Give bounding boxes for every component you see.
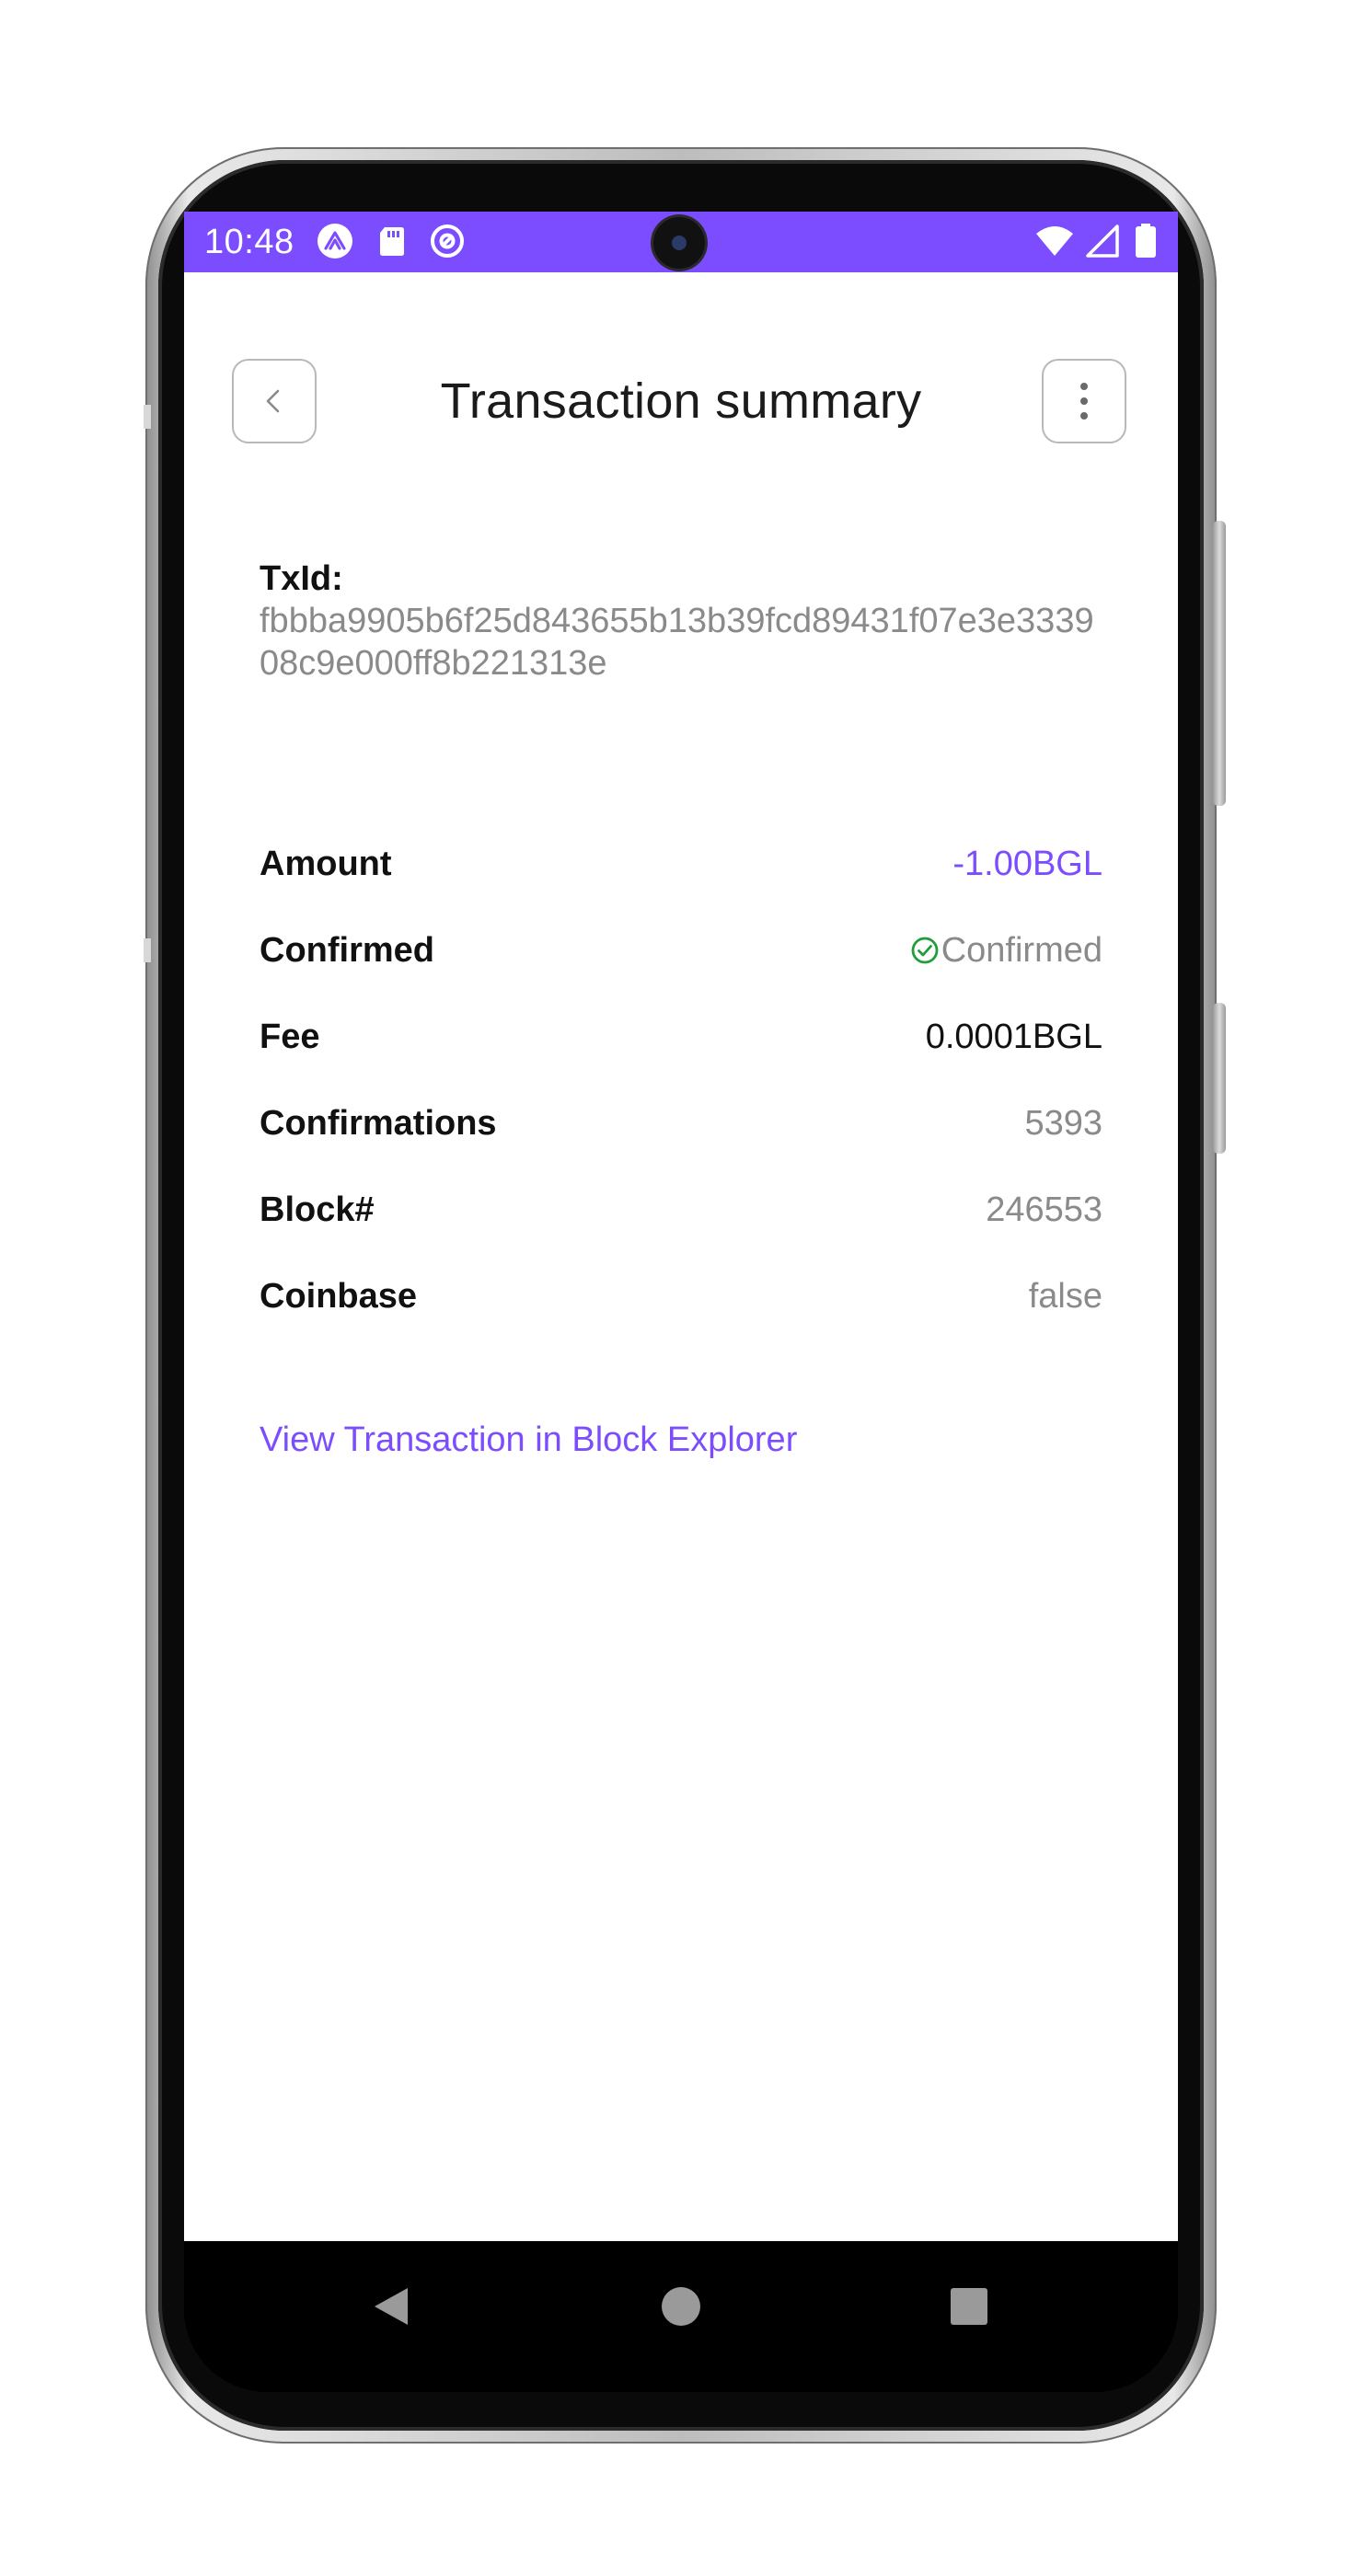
view-in-block-explorer-link[interactable]: View Transaction in Block Explorer <box>260 1419 797 1461</box>
detail-label: Confirmed <box>260 930 434 970</box>
detail-label: Block# <box>260 1190 375 1229</box>
status-time: 10:48 <box>204 223 294 261</box>
battery-icon <box>1136 224 1156 258</box>
nav-home-button[interactable] <box>649 2274 713 2339</box>
front-camera <box>653 217 705 269</box>
nav-home-icon <box>662 2287 700 2326</box>
txid-label: TxId: <box>260 559 343 598</box>
detail-row-amount: Amount -1.00BGL <box>260 821 1102 907</box>
frame-mark <box>144 938 151 962</box>
nav-recents-button[interactable] <box>937 2274 1001 2339</box>
system-navigation-bar <box>184 2241 1178 2392</box>
detail-row-confirmations: Confirmations 5393 <box>260 1080 1102 1167</box>
volume-button <box>1213 1003 1226 1154</box>
device-stage: 10:48 Transaction summary TxId: fbbba990… <box>0 0 1362 2576</box>
confirmations-value: 5393 <box>1024 1103 1102 1143</box>
more-vertical-icon <box>1080 383 1088 420</box>
confirmed-value: Confirmed <box>941 930 1102 970</box>
wifi-icon <box>1036 226 1073 256</box>
transaction-details: Amount -1.00BGL Confirmed Confirmed Fee <box>260 821 1102 1340</box>
block-value: 246553 <box>986 1190 1102 1229</box>
detail-row-fee: Fee 0.0001BGL <box>260 994 1102 1080</box>
detail-label: Fee <box>260 1017 320 1056</box>
detail-label: Confirmations <box>260 1103 497 1143</box>
txid-value: fbbba9905b6f25d843655b13b39fcd89431f07e3… <box>260 602 1094 683</box>
nav-back-button[interactable] <box>359 2274 423 2339</box>
back-button[interactable] <box>232 359 317 443</box>
coinbase-value: false <box>1028 1276 1102 1316</box>
amount-value: -1.00BGL <box>952 844 1102 883</box>
cellular-signal-icon <box>1086 224 1119 258</box>
expo-icon <box>317 224 352 259</box>
detail-row-block: Block# 246553 <box>260 1167 1102 1253</box>
detail-row-confirmed: Confirmed Confirmed <box>260 907 1102 994</box>
detail-row-coinbase: Coinbase false <box>260 1253 1102 1340</box>
detail-label: Amount <box>260 844 392 883</box>
more-options-button[interactable] <box>1042 359 1126 443</box>
page-title: Transaction summary <box>440 374 922 429</box>
nav-recents-icon <box>951 2288 987 2325</box>
at-sign-icon <box>431 224 464 258</box>
check-circle-icon <box>911 937 939 964</box>
sd-card-icon <box>380 227 404 256</box>
power-button <box>1213 521 1226 806</box>
chevron-left-icon <box>266 389 280 413</box>
transaction-summary-screen: Transaction summary TxId: fbbba9905b6f25… <box>184 272 1178 2241</box>
fee-value: 0.0001BGL <box>925 1017 1102 1056</box>
nav-back-icon <box>375 2288 408 2325</box>
status-bar: 10:48 <box>184 212 1178 272</box>
confirmed-status: Confirmed <box>910 931 1102 971</box>
detail-label: Coinbase <box>260 1276 418 1316</box>
phone-screen: 10:48 Transaction summary TxId: fbbba990… <box>184 212 1178 2392</box>
frame-mark <box>144 405 151 429</box>
